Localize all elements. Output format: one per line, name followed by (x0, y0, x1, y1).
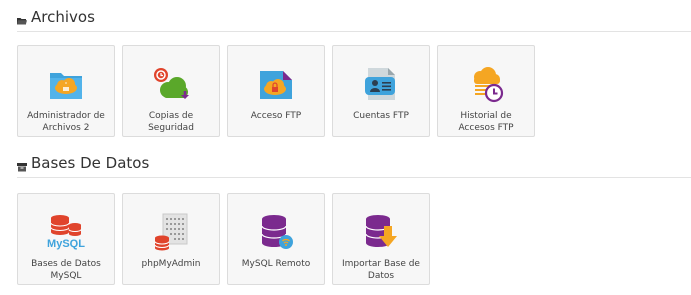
section-title: Archivos (31, 7, 95, 26)
tile-label: Acceso FTP (250, 111, 302, 121)
tile-label: Importar Base de Datos (342, 259, 420, 281)
tile-label: Bases de Datos MySQL (31, 259, 101, 281)
file-manager-icon (50, 73, 82, 99)
tile-label: Cuentas FTP (353, 111, 409, 121)
tile-ftp-accounts[interactable]: Cuentas FTP (332, 45, 430, 137)
tile-ftp-history[interactable]: Historial de Accesos FTP (437, 45, 535, 137)
tile-label: Historial de Accesos FTP (458, 111, 514, 133)
ftp-accounts-icon (365, 68, 395, 100)
backup-icon (154, 68, 189, 99)
database-box-icon (17, 159, 27, 171)
tile-label: Administrador de Archivos 2 (27, 111, 105, 133)
mysql-icon: MySQL (47, 215, 85, 250)
phpmyadmin-icon (154, 213, 188, 251)
ftp-access-icon (260, 71, 292, 99)
tile-label: phpMyAdmin (141, 259, 201, 269)
tile-label: MySQL Remoto (241, 259, 311, 269)
import-database-icon (365, 215, 397, 247)
tile-ftp-access[interactable]: Acceso FTP (227, 45, 325, 137)
folder-icon (17, 13, 27, 24)
tile-backup[interactable]: Copias de Seguridad (122, 45, 220, 137)
ftp-history-icon (474, 67, 504, 103)
tile-mysql-databases[interactable]: MySQL Bases de Datos MySQL (17, 193, 115, 285)
section-header-bases-de-datos: Bases De Datos (17, 148, 691, 178)
remote-mysql-icon (261, 215, 293, 249)
tile-file-manager[interactable]: Administrador de Archivos 2 (17, 45, 115, 137)
tile-import-database[interactable]: Importar Base de Datos (332, 193, 430, 285)
mysql-logo-text: MySQL (47, 238, 85, 250)
tiles-archivos: Administrador de Archivos 2 Copias de Se… (17, 45, 542, 137)
tile-label: Copias de Seguridad (148, 111, 194, 133)
tile-mysql-remote[interactable]: MySQL Remoto (227, 193, 325, 285)
section-header-archivos: Archivos (17, 2, 691, 32)
tile-phpmyadmin[interactable]: phpMyAdmin (122, 193, 220, 285)
section-title: Bases De Datos (31, 153, 150, 172)
tiles-bases-de-datos: MySQL Bases de Datos MySQL phpMyAdmin My… (17, 193, 437, 285)
